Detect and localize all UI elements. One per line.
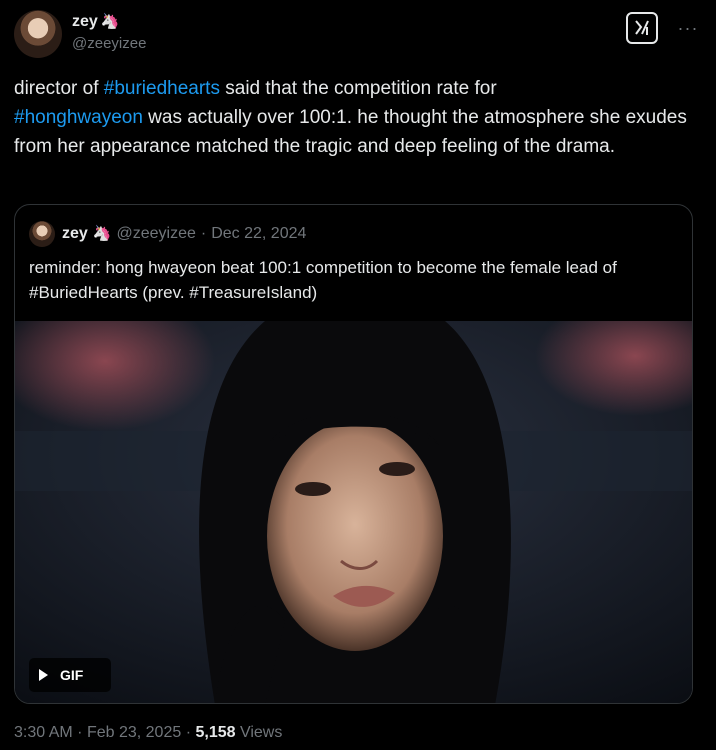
views-count[interactable]: 5,158 — [195, 724, 235, 741]
author-info[interactable]: zey 🦄 @zeeyizee — [72, 12, 146, 54]
more-options-button[interactable]: ··· — [674, 12, 702, 44]
quoted-display-name: zey — [62, 225, 88, 242]
post-time[interactable]: 3:30 AM — [14, 724, 73, 741]
quoted-handle: @zeeyizee — [116, 225, 196, 242]
gif-media[interactable]: GIF — [15, 321, 692, 703]
grok-icon — [635, 20, 649, 35]
quoted-tweet[interactable]: zey 🦄 @zeeyizee · Dec 22, 2024 reminder:… — [14, 204, 693, 704]
quoted-tweet-header: zey 🦄 @zeeyizee · Dec 22, 2024 — [29, 221, 306, 247]
tweet-text-segment: director of — [14, 78, 104, 99]
hashtag-link[interactable]: #buriedhearts — [104, 78, 220, 99]
grok-button[interactable] — [626, 12, 658, 44]
tweet-text: director of #buriedhearts said that the … — [14, 74, 702, 161]
separator-dot: · — [77, 724, 83, 741]
author-display-name[interactable]: zey 🦄 — [72, 12, 146, 32]
author-handle[interactable]: @zeeyizee — [72, 34, 146, 54]
gif-label: GIF — [60, 667, 84, 683]
post-date[interactable]: Feb 23, 2025 — [87, 724, 181, 741]
gif-frame-image — [15, 321, 692, 703]
separator-dot: · — [185, 724, 192, 741]
unicorn-emoji-icon: 🦄 — [100, 13, 120, 30]
tweet-text-segment: said that the competition rate for — [219, 78, 497, 99]
author-name-text: zey — [72, 13, 98, 30]
tweet-metadata: 3:30 AM · Feb 23, 2025 · 5,158 Views — [14, 723, 282, 743]
separator-dot: · — [200, 225, 207, 242]
play-icon — [39, 669, 48, 681]
quoted-tweet-text: reminder: hong hwayeon beat 100:1 compet… — [29, 258, 617, 302]
hashtag-link[interactable]: #honghwayeon — [14, 107, 143, 128]
tweet-header: zey 🦄 @zeeyizee ··· — [14, 10, 702, 60]
quoted-avatar — [29, 221, 55, 247]
avatar[interactable] — [14, 10, 62, 58]
quoted-date: Dec 22, 2024 — [211, 225, 307, 242]
views-label: Views — [239, 724, 283, 741]
gif-badge[interactable]: GIF — [29, 658, 111, 692]
unicorn-emoji-icon: 🦄 — [92, 225, 112, 242]
